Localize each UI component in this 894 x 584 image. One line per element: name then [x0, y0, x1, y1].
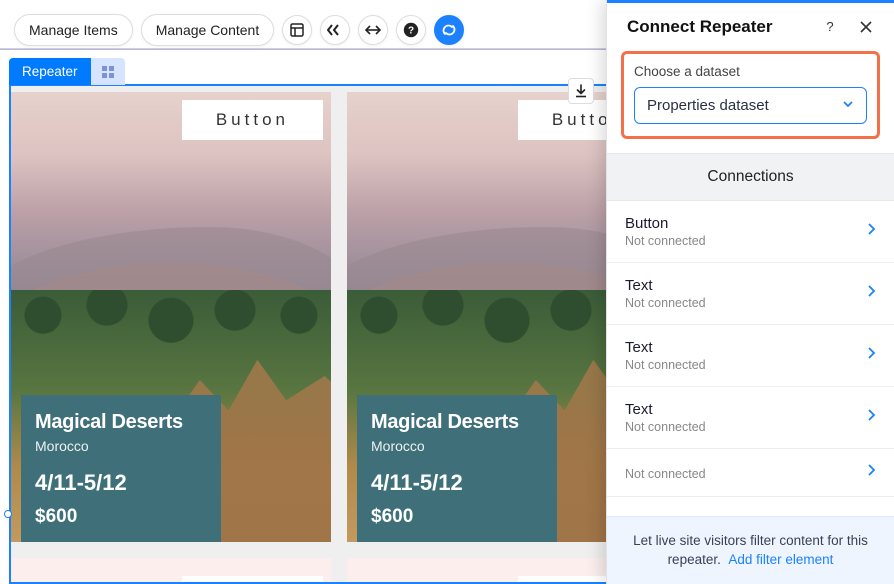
panel-footer: Let live site visitors filter content fo… — [607, 516, 894, 584]
chevron-right-icon — [866, 284, 876, 303]
stretch-icon[interactable] — [358, 15, 388, 45]
chevron-down-icon — [842, 97, 854, 114]
chevron-right-icon — [866, 408, 876, 427]
connection-status: Not connected — [625, 234, 866, 248]
card-location: Morocco — [371, 438, 543, 454]
card-location: Morocco — [35, 438, 207, 454]
dataset-label: Choose a dataset — [634, 64, 867, 79]
connection-title: Button — [625, 215, 866, 232]
help-icon[interactable]: ? — [396, 15, 426, 45]
card-price: $600 — [371, 506, 543, 528]
connection-row[interactable]: Text Not connected — [607, 325, 894, 387]
connect-repeater-panel: Connect Repeater ? Choose a dataset Prop… — [606, 0, 894, 584]
selection-handle[interactable] — [4, 510, 12, 518]
connection-row[interactable]: Text Not connected — [607, 387, 894, 449]
connection-row[interactable]: Text Not connected — [607, 263, 894, 325]
dataset-select[interactable]: Properties dataset — [634, 87, 867, 124]
card-title: Magical Deserts — [371, 411, 543, 434]
animation-icon[interactable] — [320, 15, 350, 45]
repeater-item[interactable]: Button — [11, 558, 331, 584]
layout-icon[interactable] — [282, 15, 312, 45]
element-tag-repeater[interactable]: Repeater — [9, 58, 91, 85]
connection-status: Not connected — [625, 358, 866, 372]
panel-close-icon[interactable] — [856, 17, 876, 37]
connect-data-icon[interactable] — [434, 15, 464, 45]
connection-title: Text — [625, 401, 866, 418]
card-button[interactable]: Button — [182, 100, 323, 140]
card-price: $600 — [35, 506, 207, 528]
connection-status: Not connected — [625, 420, 866, 434]
connection-row[interactable]: Button Not connected — [607, 201, 894, 263]
card-info: Magical Deserts Morocco 4/11-5/12 $600 — [357, 395, 557, 542]
element-tag-aux-icon[interactable] — [91, 58, 125, 85]
chevron-right-icon — [866, 222, 876, 241]
add-filter-link[interactable]: Add filter element — [728, 552, 833, 567]
connection-status: Not connected — [625, 296, 866, 310]
card-info: Magical Deserts Morocco 4/11-5/12 $600 — [21, 395, 221, 542]
connection-status: Not connected — [625, 467, 866, 481]
card-title: Magical Deserts — [35, 411, 207, 434]
card-dates: 4/11-5/12 — [35, 470, 207, 496]
chevron-right-icon — [866, 346, 876, 365]
connections-list: Button Not connected Text Not connected … — [607, 201, 894, 497]
card-button[interactable]: Button — [182, 576, 323, 584]
panel-title: Connect Repeater — [627, 17, 814, 37]
dataset-value: Properties dataset — [647, 97, 769, 114]
dataset-highlight: Choose a dataset Properties dataset — [621, 51, 880, 139]
connection-title: Text — [625, 339, 866, 356]
divider — [0, 48, 606, 50]
svg-text:?: ? — [408, 26, 414, 37]
repeater-item[interactable]: Button Magical Deserts Morocco 4/11-5/12… — [11, 92, 331, 542]
manage-items-button[interactable]: Manage Items — [14, 14, 133, 46]
connections-header: Connections — [607, 153, 894, 201]
manage-content-button[interactable]: Manage Content — [141, 14, 275, 46]
chevron-right-icon — [866, 463, 876, 482]
svg-text:?: ? — [826, 19, 833, 34]
download-icon[interactable] — [568, 78, 594, 104]
connection-row[interactable]: Not connected — [607, 449, 894, 497]
panel-help-icon[interactable]: ? — [820, 17, 840, 37]
connection-title: Text — [625, 277, 866, 294]
card-dates: 4/11-5/12 — [371, 470, 543, 496]
